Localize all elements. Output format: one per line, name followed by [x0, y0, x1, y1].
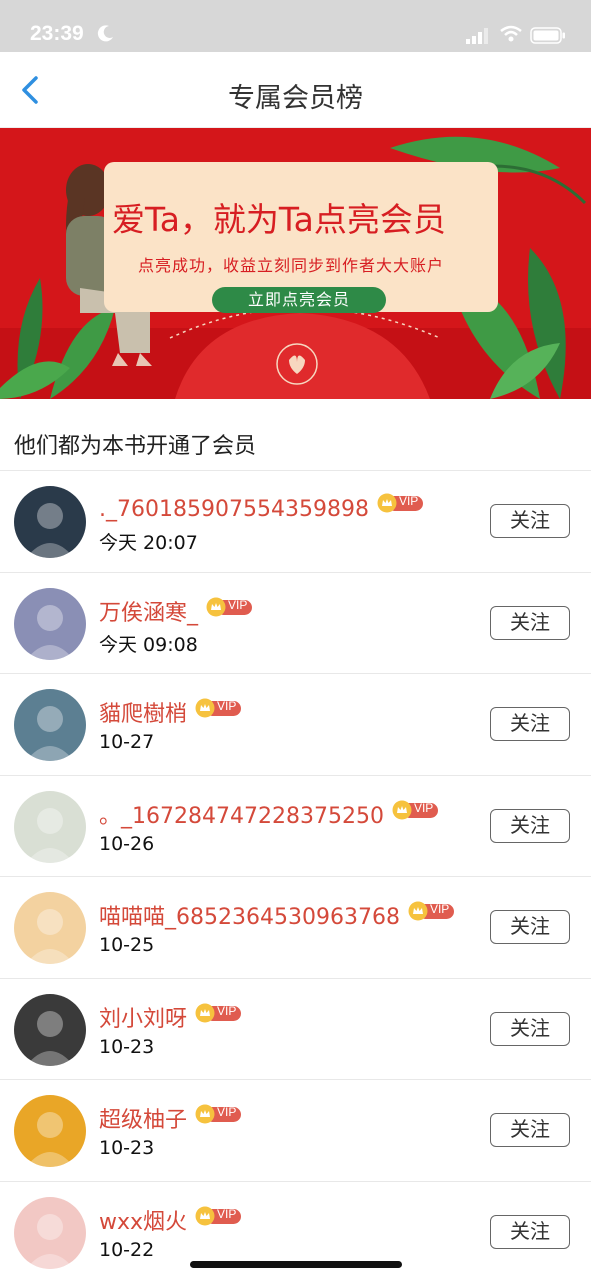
follow-button[interactable]: 关注: [490, 808, 570, 843]
vip-badge: VIP: [392, 800, 440, 820]
signal-icon: [466, 28, 488, 44]
member-date: 10-26: [99, 832, 155, 855]
list-item[interactable]: ._760185907554359898 VIP 今天 20:07 关注: [0, 470, 591, 572]
vip-label: VIP: [429, 902, 450, 916]
avatar[interactable]: [14, 892, 86, 964]
activate-membership-button[interactable]: 立即点亮会员: [212, 287, 386, 313]
member-name[interactable]: 貓爬樹梢 VIP: [99, 696, 243, 728]
member-list: ._760185907554359898 VIP 今天 20:07 关注 万俟涵寒_ VI…: [0, 470, 591, 1280]
follow-button[interactable]: 关注: [490, 707, 570, 741]
member-date: 10-25: [99, 934, 155, 956]
avatar[interactable]: [14, 993, 86, 1066]
avatar[interactable]: [14, 486, 86, 558]
member-name[interactable]: 喵喵喵_6852364530963768 VIP: [99, 899, 456, 931]
member-name[interactable]: 刘小刘呀 VIP: [99, 1001, 243, 1033]
nav-bar: 专属会员榜: [0, 52, 591, 128]
follow-button[interactable]: 关注: [490, 504, 570, 538]
avatar[interactable]: [14, 587, 86, 660]
avatar[interactable]: [14, 1095, 86, 1167]
member-name[interactable]: ._760185907554359898 VIP: [99, 493, 425, 522]
vip-badge: VIP: [195, 698, 243, 718]
vip-label: VIP: [217, 1206, 237, 1221]
vip-label: VIP: [217, 699, 237, 713]
page-title: 专属会员榜: [228, 83, 363, 114]
list-item[interactable]: 貓爬樹梢 VIP 10-27 关注: [0, 673, 591, 775]
banner-subtitle: 点亮成功，收益立刻同步到作者大大账户: [138, 256, 445, 275]
follow-button[interactable]: 关注: [490, 910, 570, 944]
wifi-icon: [500, 25, 522, 42]
list-item[interactable]: 刘小刘呀 VIP 10-23 关注: [0, 977, 591, 1080]
vip-badge: VIP: [408, 901, 456, 921]
follow-button[interactable]: 关注: [490, 1011, 570, 1046]
vip-label: VIP: [228, 597, 248, 612]
member-name[interactable]: 。_167284747228375250 VIP: [99, 798, 440, 830]
moon-icon: [97, 25, 113, 42]
vip-badge: VIP: [195, 1104, 243, 1124]
member-date: 今天 09:08: [99, 633, 198, 656]
member-date: 10-22: [99, 1238, 155, 1261]
list-item[interactable]: 。_167284747228375250 VIP 10-26 关注: [0, 774, 591, 877]
vip-label: VIP: [217, 1003, 237, 1018]
list-item[interactable]: 万俟涵寒_ VIP 今天 09:08 关注: [0, 571, 591, 674]
vip-label: VIP: [398, 494, 419, 508]
status-time: 23:39: [30, 22, 84, 45]
member-date: 10-23: [99, 1137, 155, 1159]
vip-badge: VIP: [195, 1206, 243, 1226]
avatar[interactable]: [14, 1196, 86, 1269]
banner-headline: 爱Ta，就为Ta点亮会员: [112, 200, 446, 239]
home-indicator[interactable]: [190, 1261, 402, 1268]
list-item[interactable]: 超级柚子 VIP 10-23 关注: [0, 1079, 591, 1181]
vip-label: VIP: [413, 800, 434, 815]
member-date: 今天 20:07: [99, 532, 198, 554]
vip-badge: VIP: [195, 1003, 243, 1023]
member-name[interactable]: wxx烟火 VIP: [99, 1204, 243, 1236]
avatar[interactable]: [14, 790, 86, 863]
list-item[interactable]: 喵喵喵_6852364530963768 VIP 10-25 关注: [0, 876, 591, 978]
member-name[interactable]: 万俟涵寒_ VIP: [99, 595, 254, 627]
member-date: 10-23: [99, 1035, 155, 1058]
vip-badge: VIP: [206, 597, 254, 617]
vip-label: VIP: [217, 1105, 237, 1119]
vip-badge: VIP: [377, 493, 425, 513]
status-bar: 23:39: [0, 0, 591, 52]
member-name[interactable]: 超级柚子 VIP: [99, 1102, 243, 1134]
follow-button[interactable]: 关注: [490, 605, 570, 640]
follow-button[interactable]: 关注: [490, 1214, 570, 1249]
member-date: 10-27: [99, 731, 155, 753]
battery-icon: [530, 27, 565, 44]
membership-banner[interactable]: 爱Ta，就为Ta点亮会员 点亮成功，收益立刻同步到作者大大账户 立即点亮会员: [0, 128, 591, 399]
avatar[interactable]: [14, 689, 86, 761]
follow-button[interactable]: 关注: [490, 1113, 570, 1147]
section-title: 他们都为本书开通了会员: [14, 434, 257, 459]
